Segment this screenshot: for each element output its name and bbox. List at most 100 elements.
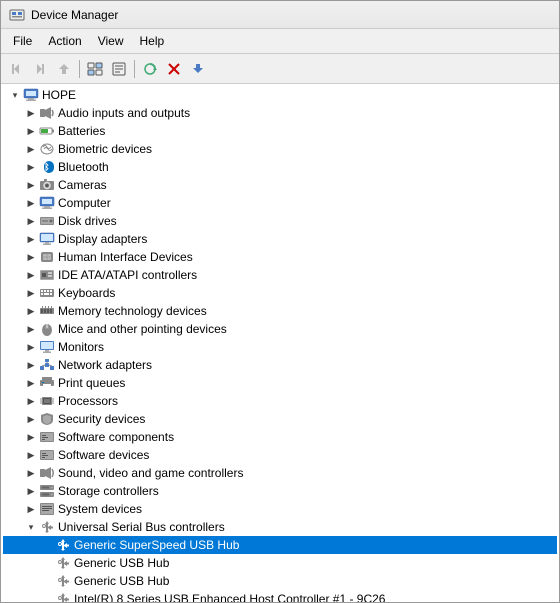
tree-row-batteries[interactable]: ▶ Batteries [3,122,557,140]
window-title: Device Manager [31,8,118,22]
expander-computer[interactable]: ▶ [23,195,39,211]
expander-network[interactable]: ▶ [23,357,39,373]
expander-processors[interactable]: ▶ [23,393,39,409]
back-button[interactable] [5,58,27,80]
expander-biometric[interactable]: ▶ [23,141,39,157]
hope-children: ▶ Audio inputs and outputs [3,104,557,602]
tree-item-software-dev: ▶ Software devices [3,446,557,464]
camera-icon [39,177,55,193]
menu-view[interactable]: View [90,31,132,51]
tree-row-mice[interactable]: ▶ Mice and other pointing devices [3,320,557,338]
tree-row-cameras[interactable]: ▶ Cameras [3,176,557,194]
expander-monitors[interactable]: ▶ [23,339,39,355]
expander-hid[interactable]: ▶ [23,249,39,265]
tree-row-audio[interactable]: ▶ Audio inputs and outputs [3,104,557,122]
tree-label-mice: Mice and other pointing devices [58,322,227,336]
expander-cameras[interactable]: ▶ [23,177,39,193]
tree-row-print[interactable]: ▶ Print queues [3,374,557,392]
mouse-icon [39,321,55,337]
forward-button[interactable] [29,58,51,80]
tree-row-software-comp[interactable]: ▶ Software components [3,428,557,446]
tree-item-storage: ▶ Storag [3,482,557,500]
expander-software-comp[interactable]: ▶ [23,429,39,445]
biometric-icon [39,141,55,157]
tree-row-storage[interactable]: ▶ Storag [3,482,557,500]
tree-row-monitors[interactable]: ▶ Monitors [3,338,557,356]
tree-row-usb[interactable]: ▾ Universal Serial Bus controllers [3,518,557,536]
display-icon [39,231,55,247]
menu-file[interactable]: File [5,31,40,51]
tree-item-network: ▶ [3,356,557,374]
window-icon [9,7,25,23]
up-button[interactable] [53,58,75,80]
menu-help[interactable]: Help [132,31,173,51]
tree-row-keyboards[interactable]: ▶ [3,284,557,302]
tree-row-intel-8-series[interactable]: ▶ Intel(R) 8 Series USB Enhanced Host Co… [3,590,557,602]
expander-audio[interactable]: ▶ [23,105,39,121]
bluetooth-icon: ᛒ [39,159,55,175]
tree-row-disk[interactable]: ▶ Disk drives [3,212,557,230]
tree-row-memory[interactable]: ▶ [3,302,557,320]
monitor-icon [39,339,55,355]
update-driver-button[interactable] [187,58,209,80]
tree-row-superspeed-hub[interactable]: ▶ Generic SuperSpeed USB Hub [3,536,557,554]
expander-sound[interactable]: ▶ [23,465,39,481]
tree-row-software-dev[interactable]: ▶ Software devices [3,446,557,464]
tree-row-display[interactable]: ▶ Display adapters [3,230,557,248]
tree-row-computer[interactable]: ▶ Computer [3,194,557,212]
expander-ide[interactable]: ▶ [23,267,39,283]
expander-batteries[interactable]: ▶ [23,123,39,139]
tree-item-sound: ▶ Sound, video and game controllers [3,464,557,482]
tree-row-biometric[interactable]: ▶ Biometric devices [3,140,557,158]
tree-item-audio: ▶ Audio inputs and outputs [3,104,557,122]
expander-disk[interactable]: ▶ [23,213,39,229]
print-icon [39,375,55,391]
tree-item-computer: ▶ Computer [3,194,557,212]
expander-print[interactable]: ▶ [23,375,39,391]
menu-action[interactable]: Action [40,31,89,51]
usb-children: ▶ Generic SuperSpeed USB Hub [3,536,557,602]
tree-label-computer: Computer [58,196,111,210]
svg-text:ᛒ: ᛒ [44,162,49,172]
tree-item-bluetooth: ▶ ᛒ Bluetooth [3,158,557,176]
sound-icon [39,465,55,481]
properties-button[interactable] [108,58,130,80]
show-hidden-button[interactable] [84,58,106,80]
expander-mice[interactable]: ▶ [23,321,39,337]
expander-hope[interactable]: ▾ [7,87,23,103]
uninstall-button[interactable] [163,58,185,80]
tree-item-memory: ▶ [3,302,557,320]
expander-bluetooth[interactable]: ▶ [23,159,39,175]
tree-item-superspeed-hub: ▶ Generic SuperSpeed USB Hub [3,536,557,554]
expander-keyboards[interactable]: ▶ [23,285,39,301]
tree-label-network: Network adapters [58,358,152,372]
tree-row-security[interactable]: ▶ Security devices [3,410,557,428]
tree-row-network[interactable]: ▶ [3,356,557,374]
tree-row-system[interactable]: ▶ System devices [3,500,557,518]
scan-button[interactable] [139,58,161,80]
tree-label-bluetooth: Bluetooth [58,160,109,174]
tree-label-hope: HOPE [42,88,76,102]
tree-row-bluetooth[interactable]: ▶ ᛒ Bluetooth [3,158,557,176]
expander-storage[interactable]: ▶ [23,483,39,499]
tree-label-intel-8-series: Intel(R) 8 Series USB Enhanced Host Cont… [74,592,385,602]
tree-label-biometric: Biometric devices [58,142,152,156]
tree-label-system: System devices [58,502,142,516]
expander-memory[interactable]: ▶ [23,303,39,319]
tree-row-hid[interactable]: ▶ Human Interface Devices [3,248,557,266]
tree-row-sound[interactable]: ▶ Sound, video and game controllers [3,464,557,482]
tree-item-cameras: ▶ Cameras [3,176,557,194]
expander-usb[interactable]: ▾ [23,519,39,535]
tree-label-software-dev: Software devices [58,448,149,462]
tree-content[interactable]: ▾ HOPE ▶ [1,84,559,602]
tree-row-usb-hub-2[interactable]: ▶ Generic USB Hub [3,572,557,590]
expander-display[interactable]: ▶ [23,231,39,247]
tree-row-ide[interactable]: ▶ IDE ATA/ATAPI controllers [3,266,557,284]
expander-system[interactable]: ▶ [23,501,39,517]
expander-security[interactable]: ▶ [23,411,39,427]
tree-row-hope[interactable]: ▾ HOPE [3,86,557,104]
tree-item-security: ▶ Security devices [3,410,557,428]
tree-row-usb-hub-1[interactable]: ▶ Generic USB Hub [3,554,557,572]
tree-row-processors[interactable]: ▶ [3,392,557,410]
expander-software-dev[interactable]: ▶ [23,447,39,463]
